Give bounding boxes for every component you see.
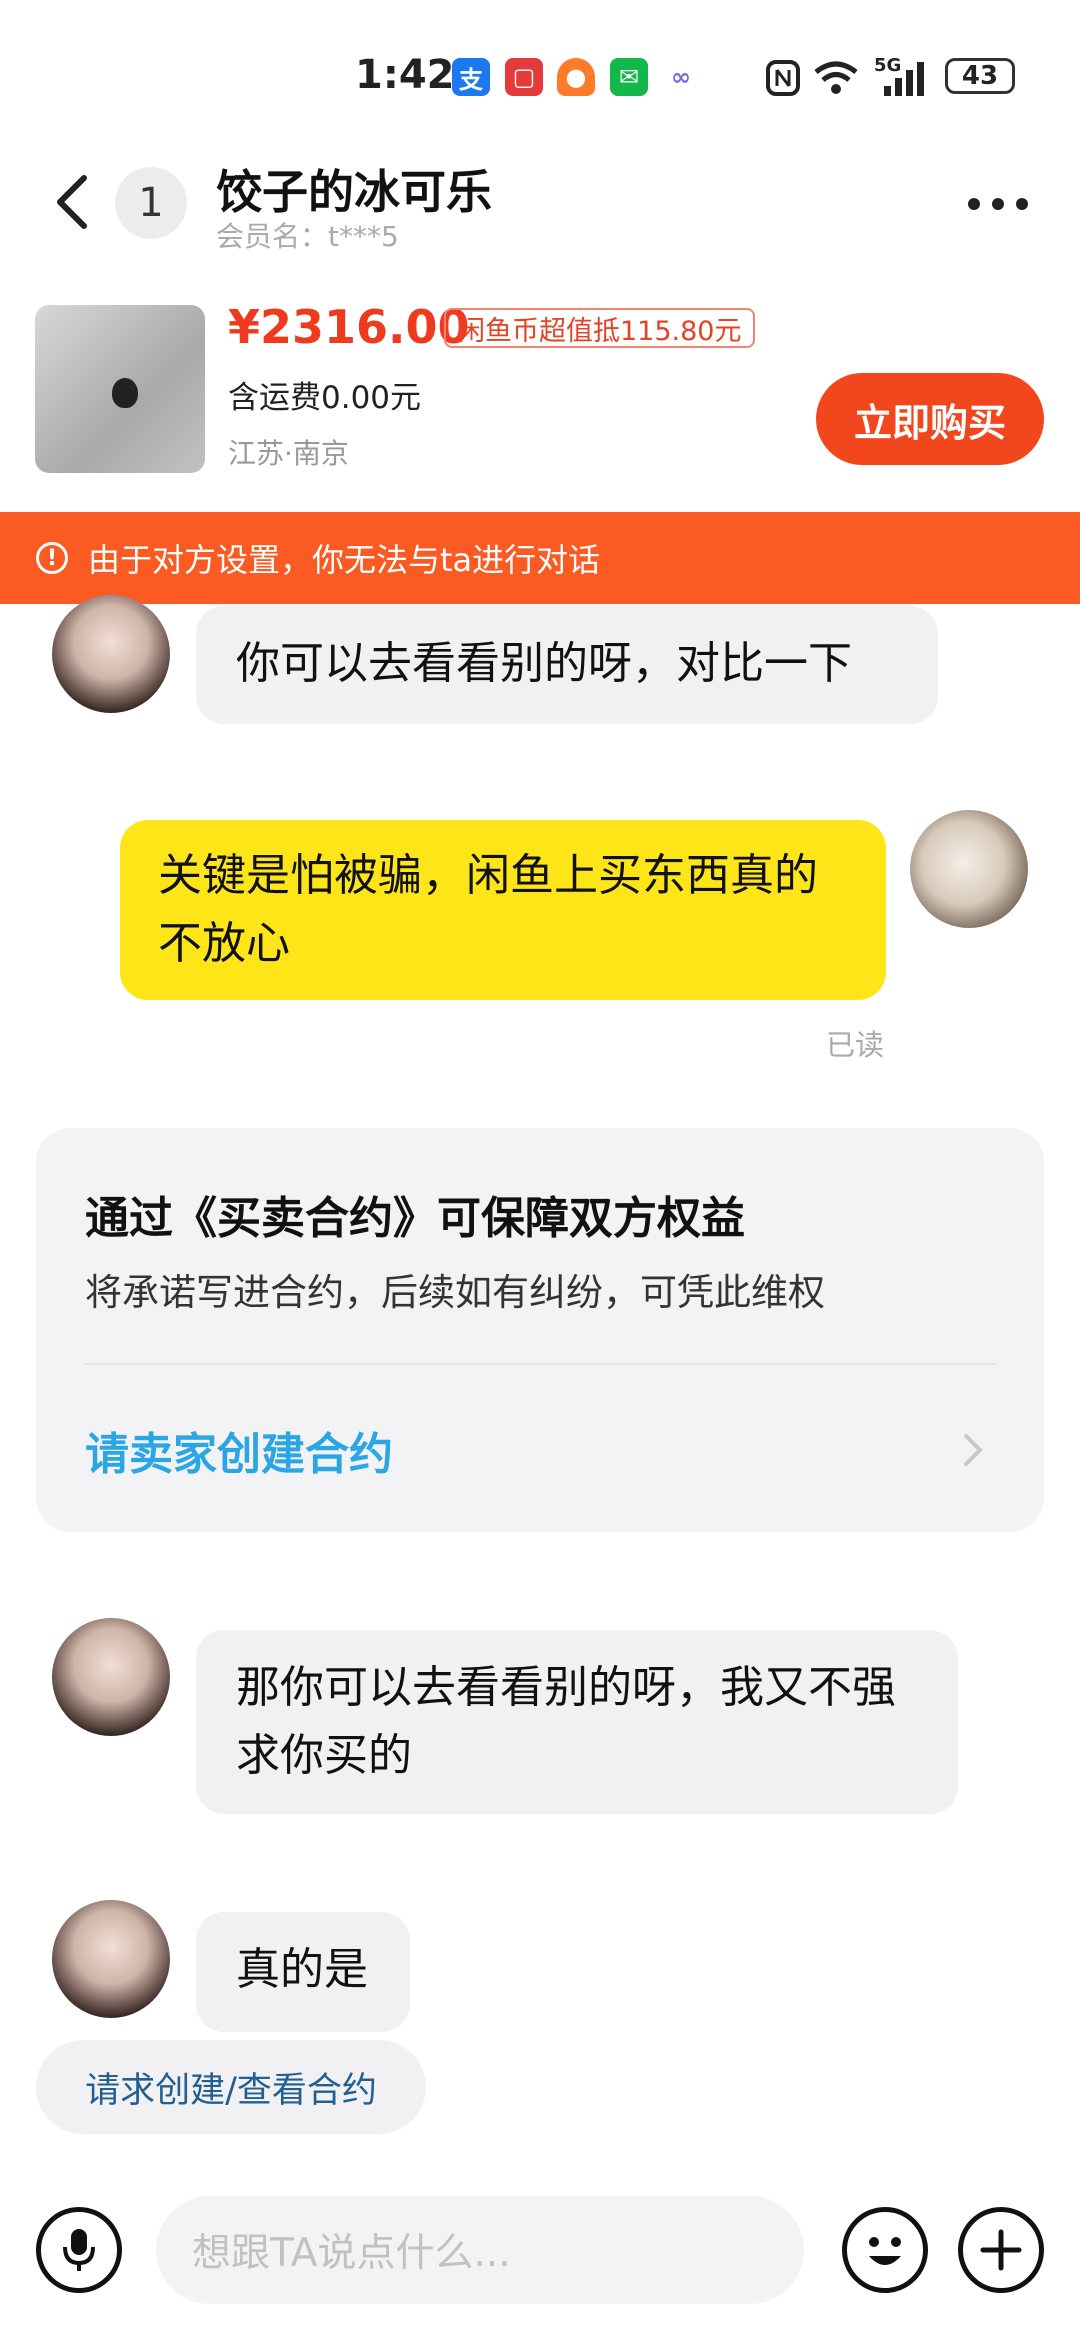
seller-avatar[interactable] (52, 1900, 170, 2018)
message-bubble-own[interactable]: 关键是怕被骗，闲鱼上买东西真的不放心 (120, 820, 886, 1000)
chat-restricted-banner: ! 由于对方设置，你无法与ta进行对话 (0, 512, 1080, 604)
warning-icon: ! (36, 542, 68, 574)
more-dots-icon[interactable] (968, 198, 1028, 210)
seller-avatar[interactable] (52, 595, 170, 713)
coin-discount-badge: 闲鱼币超值抵115.80元 (444, 308, 756, 348)
member-name: 会员名：t***5 (216, 220, 399, 253)
nfc-icon (766, 60, 800, 96)
warning-text: 由于对方设置，你无法与ta进行对话 (88, 541, 601, 579)
link-icon: ∞ (671, 63, 691, 91)
create-contract-link[interactable]: 请卖家创建合约 (85, 1418, 393, 1482)
page-title: 饺子的冰可乐 (216, 165, 492, 219)
wechat-icon: ✉ (610, 58, 648, 96)
plus-icon[interactable] (958, 2207, 1044, 2293)
microphone-icon[interactable] (36, 2207, 122, 2293)
contract-subtitle: 将承诺写进合约，后续如有纠纷，可凭此维权 (85, 1271, 825, 1314)
status-time: 1:42 (355, 52, 455, 98)
bell-icon: ● (557, 58, 595, 96)
my-avatar[interactable] (910, 810, 1028, 928)
battery-indicator: 43 (945, 58, 1015, 94)
message-bubble[interactable]: 那你可以去看看别的呀，我又不强求你买的 (196, 1630, 958, 1814)
product-price: ¥2316.00 (228, 300, 470, 354)
wifi-icon (814, 61, 858, 94)
unread-count-badge[interactable]: 1 (115, 167, 187, 239)
book-icon: ▢ (505, 58, 543, 96)
message-input[interactable]: 想跟TA说点什么... (156, 2196, 804, 2304)
signal-icon (884, 62, 924, 96)
seller-avatar[interactable] (52, 1618, 170, 1736)
read-status: 已读 (826, 1028, 885, 1062)
seller-location: 江苏·南京 (228, 437, 349, 470)
apple-logo-icon (112, 378, 138, 408)
message-bubble[interactable]: 真的是 (196, 1912, 410, 2032)
message-bubble[interactable]: 你可以去看看别的呀，对比一下 (196, 606, 938, 724)
shipping-fee: 含运费0.00元 (228, 380, 422, 416)
divider (85, 1363, 997, 1365)
chevron-left-icon[interactable] (52, 172, 92, 232)
contract-title: 通过《买卖合约》可保障双方权益 (85, 1193, 745, 1244)
chevron-right-icon[interactable] (960, 1430, 986, 1470)
buy-now-button[interactable]: 立即购买 (816, 373, 1044, 465)
request-contract-button[interactable]: 请求创建/查看合约 (36, 2040, 426, 2134)
emoji-icon[interactable] (842, 2207, 928, 2293)
alipay-icon: 支 (452, 58, 490, 96)
